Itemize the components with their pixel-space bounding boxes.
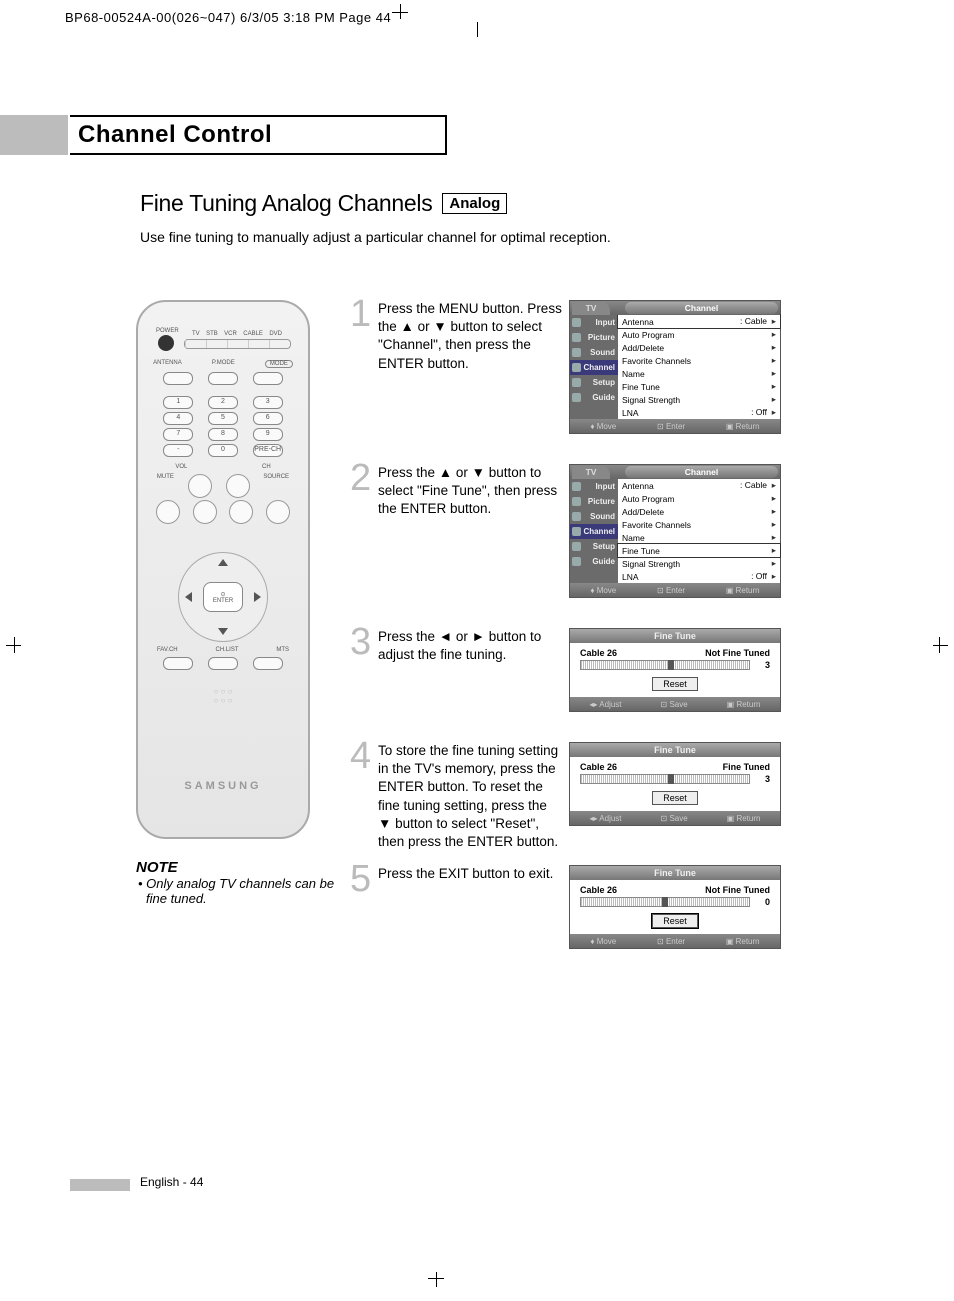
step-2: 2 Press the ▲ or ▼ button to select "Fin… <box>350 464 790 598</box>
osd-fine-tune-4: Fine Tune Cable 26Fine Tuned 3 Reset ◂▸ … <box>569 742 781 826</box>
vol-dn-icon <box>193 500 217 524</box>
dpad: ⊙ENTER <box>178 552 268 642</box>
reset-button-selected: Reset <box>652 914 698 928</box>
source-icon <box>266 500 290 524</box>
section-title-wrap: Channel Control <box>70 115 447 155</box>
analog-badge: Analog <box>442 193 507 214</box>
step-number: 2 <box>350 464 378 598</box>
doc-header: BP68-00524A-00(026~047) 6/3/05 3:18 PM P… <box>65 10 391 25</box>
note-heading: NOTE <box>136 859 336 876</box>
step-text: Press the MENU button. Press the ▲ or ▼ … <box>378 300 569 434</box>
step-number: 4 <box>350 742 378 851</box>
section-title: Channel Control <box>68 121 272 149</box>
osd-channel-menu-1: TVChannel Input Picture Sound Channel Se… <box>569 300 781 434</box>
step-text: To store the fine tuning setting in the … <box>378 742 569 851</box>
step-text: Press the ◄ or ► button to adjust the fi… <box>378 628 569 712</box>
mute-icon <box>156 500 180 524</box>
samsung-logo: SAMSUNG <box>138 780 308 792</box>
step-text: Press the ▲ or ▼ button to select "Fine … <box>378 464 569 598</box>
step-3: 3 Press the ◄ or ► button to adjust the … <box>350 628 790 712</box>
footer-bar <box>70 1179 130 1191</box>
reset-button: Reset <box>652 677 698 691</box>
page-subtitle: Fine Tuning Analog Channels <box>140 190 432 217</box>
reset-button: Reset <box>652 791 698 805</box>
step-number: 1 <box>350 300 378 434</box>
osd-fine-tune-3: Fine Tune Cable 26Not Fine Tuned 3 Reset… <box>569 628 781 712</box>
ch-dn-icon <box>229 500 253 524</box>
power-button-icon <box>158 335 174 351</box>
mode-labels: TVSTBVCRCABLEDVD <box>192 331 282 337</box>
page-footer: English - 44 <box>140 1175 203 1189</box>
osd-fine-tune-5: Fine Tune Cable 26Not Fine Tuned 0 Reset… <box>569 865 781 949</box>
step-1: 1 Press the MENU button. Press the ▲ or … <box>350 300 790 434</box>
intro-text: Use fine tuning to manually adjust a par… <box>140 229 840 245</box>
osd-channel-menu-2: TVChannel Input Picture Sound Channel Se… <box>569 464 781 598</box>
step-5: 5 Press the EXIT button to exit. Fine Tu… <box>350 865 790 949</box>
step-4: 4 To store the fine tuning setting in th… <box>350 742 790 851</box>
step-number: 5 <box>350 865 378 949</box>
remote-illustration: POWER TVSTBVCRCABLEDVD ANTENNAP.MODEMODE… <box>136 300 310 839</box>
step-number: 3 <box>350 628 378 712</box>
step-text: Press the EXIT button to exit. <box>378 865 569 949</box>
note-text: • Only analog TV channels can be fine tu… <box>146 876 336 906</box>
vol-up-icon <box>188 474 212 498</box>
ch-up-icon <box>226 474 250 498</box>
